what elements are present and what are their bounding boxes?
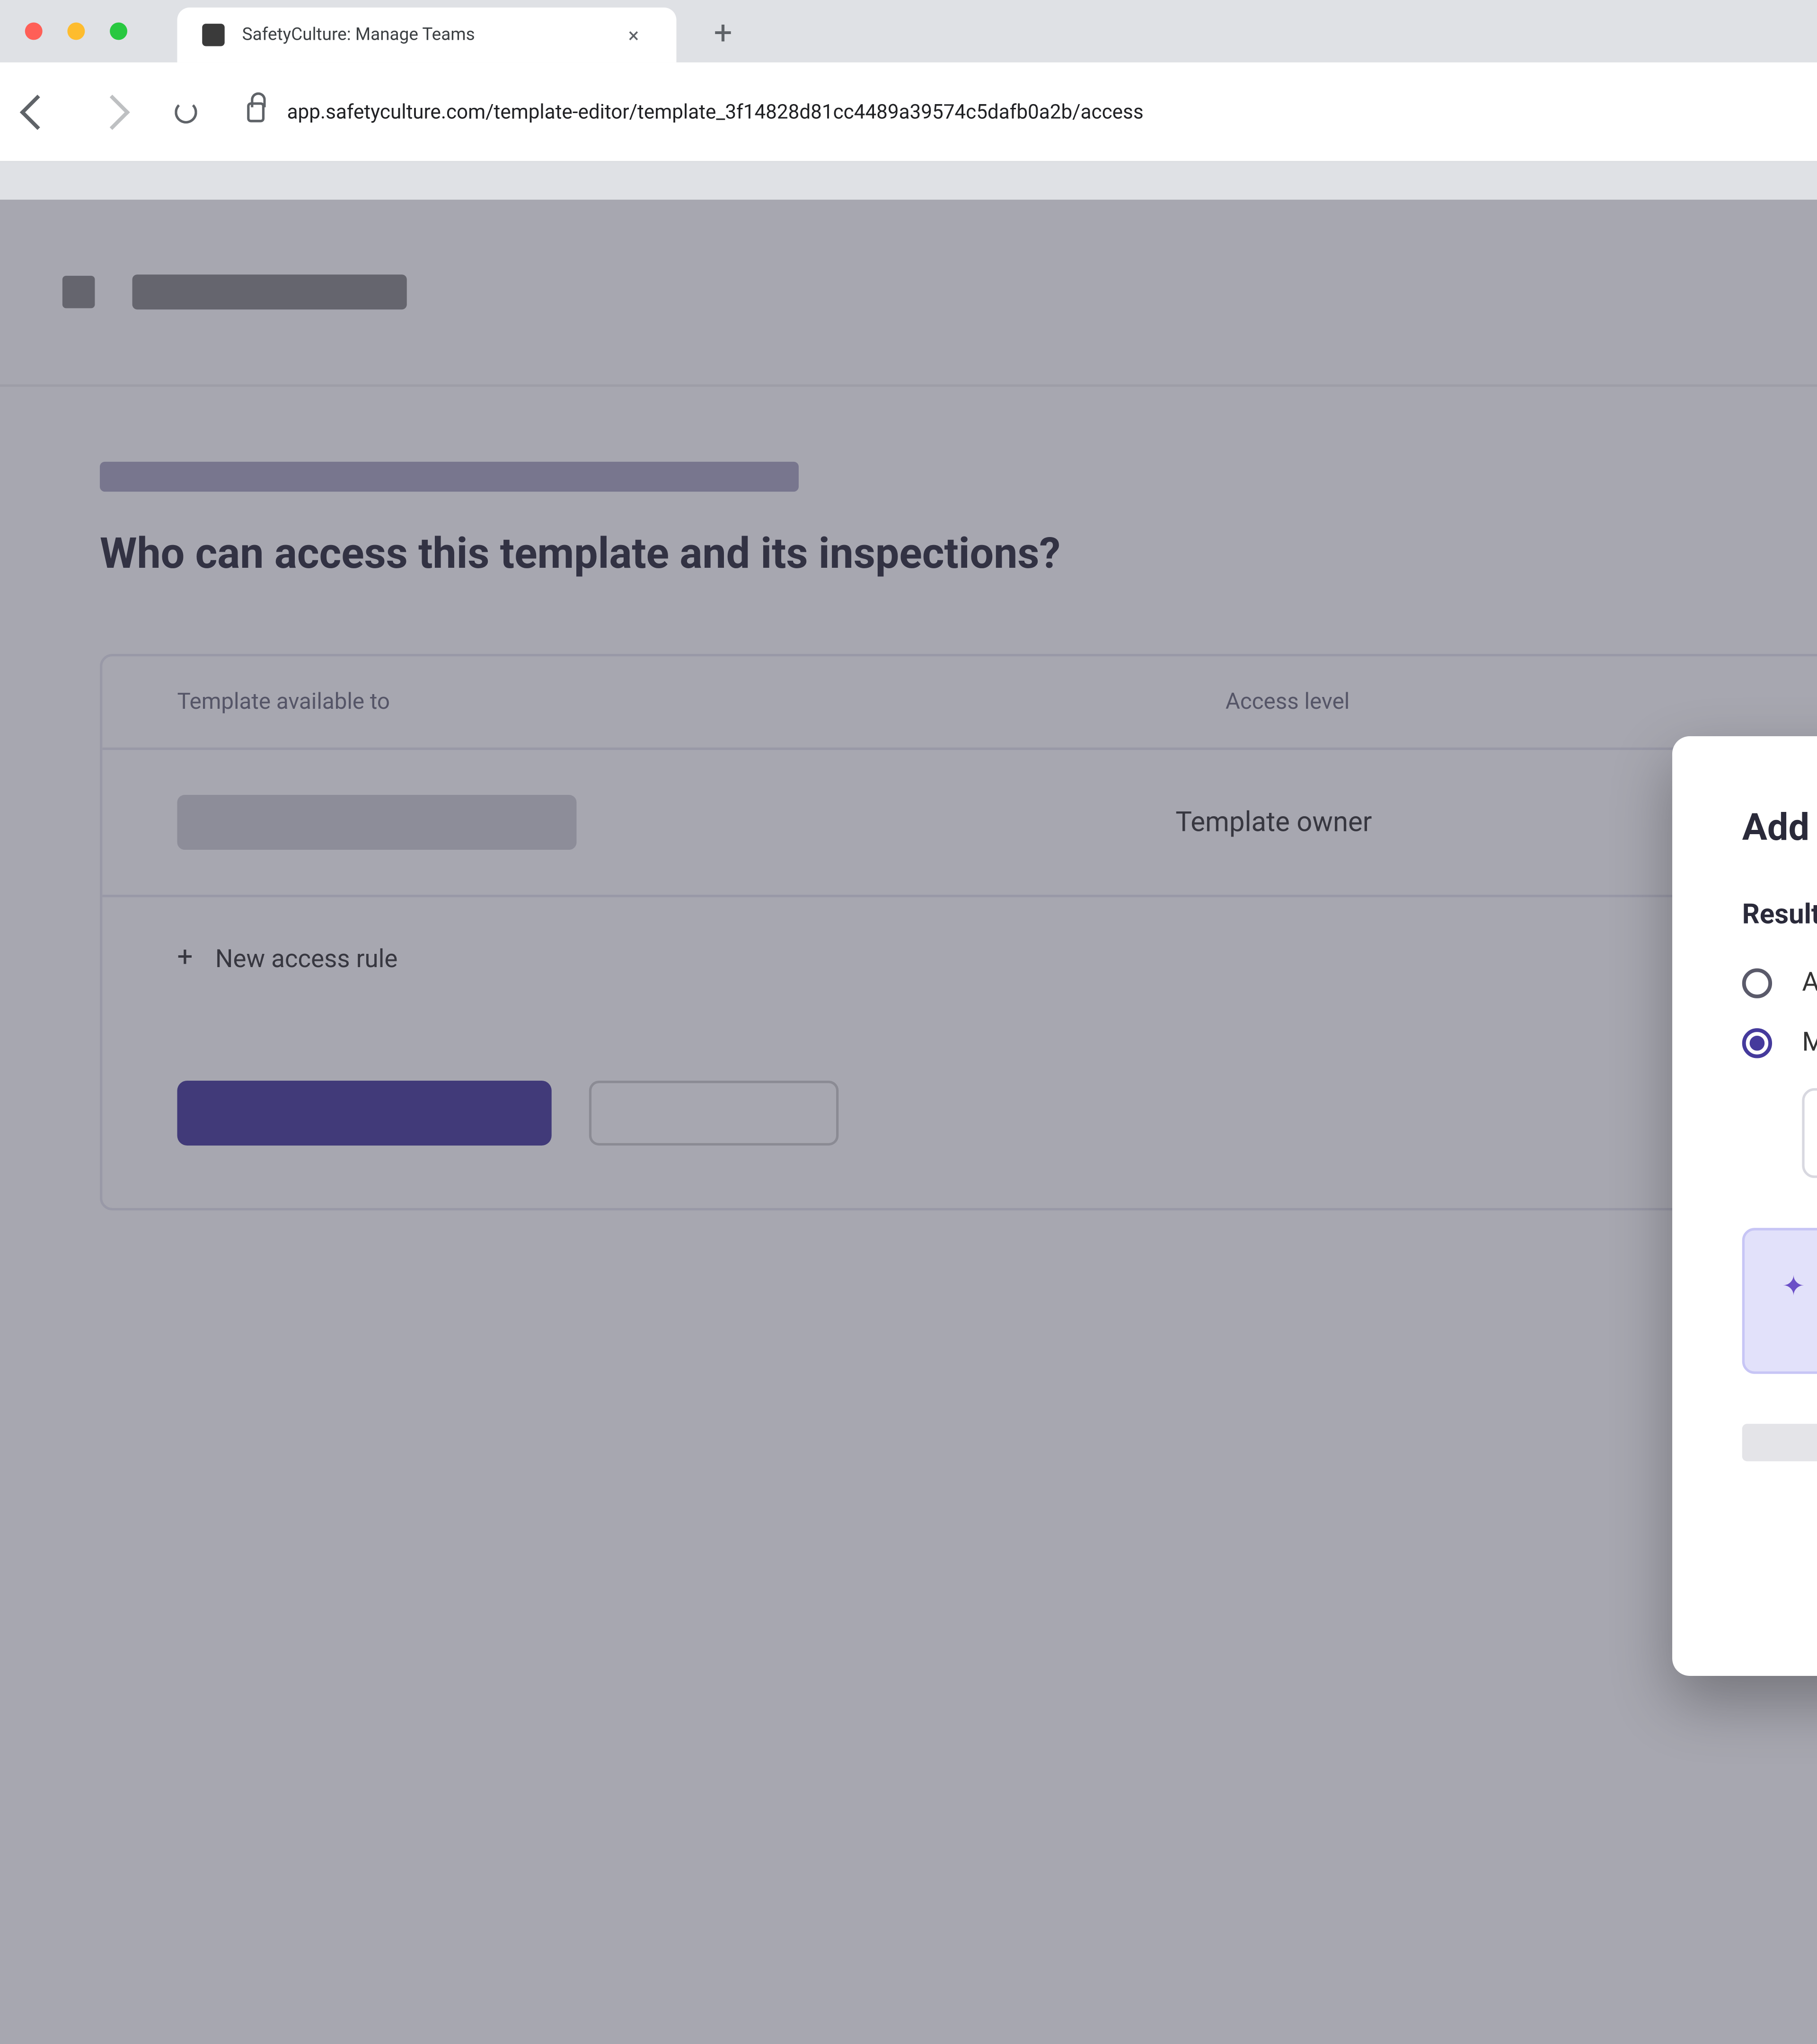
sparkle-icon: ✦	[1782, 1265, 1805, 1339]
modal-subtitle: Results are available to	[1742, 900, 1817, 931]
window-controls[interactable]	[25, 22, 127, 40]
browser-chrome: SafetyCulture: Manage Teams × + app.safe…	[0, 0, 1817, 200]
access-table: Template available to Access level Templ…	[100, 654, 1817, 1210]
close-window-icon[interactable]	[25, 22, 43, 40]
minimize-window-icon[interactable]	[67, 22, 85, 40]
forward-button[interactable]	[95, 94, 130, 130]
user-chip	[177, 795, 577, 850]
add-site-based-access-rule-modal: Add site-based access rule Results are a…	[1672, 736, 1817, 1675]
tab-title: SafetyCulture: Manage Teams	[242, 25, 475, 45]
main-pane: 3. Access Who can access this template a…	[0, 200, 1817, 2044]
col-access-level: Access level	[1226, 689, 1350, 715]
address-bar[interactable]: app.safetyculture.com/template-editor/te…	[247, 100, 1817, 123]
secondary-action-button[interactable]	[589, 1081, 838, 1145]
radio-checked-icon	[1742, 1028, 1772, 1058]
favicon-icon	[202, 24, 224, 46]
app-viewport: 3. Access Who can access this template a…	[0, 200, 1817, 2044]
table-row: Template owner	[102, 750, 1817, 897]
loading-placeholder	[1742, 1424, 1817, 1461]
info-box: ✦ How will this work? Inspections conduc…	[1742, 1228, 1817, 1374]
select-groups-dropdown[interactable]: Select groups...	[1802, 1088, 1817, 1178]
radio-members-in-group[interactable]: Members of selected site who are also in…	[1742, 1028, 1817, 1058]
back-button[interactable]	[20, 94, 55, 130]
reload-button[interactable]	[175, 100, 197, 123]
close-tab-icon[interactable]: ×	[628, 23, 639, 47]
radio-all-members[interactable]: All members of selected site	[1742, 969, 1817, 998]
app-title	[132, 274, 407, 309]
new-rule-label: New access rule	[215, 943, 398, 973]
col-template-available: Template available to	[177, 689, 1226, 715]
new-tab-button[interactable]: +	[714, 15, 732, 53]
breadcrumb-placeholder	[100, 462, 799, 492]
url-text: app.safetyculture.com/template-editor/te…	[287, 100, 1144, 123]
page-heading: Who can access this template and its ins…	[100, 529, 1817, 579]
maximize-window-icon[interactable]	[110, 22, 127, 40]
radio-label: All members of selected site	[1802, 969, 1817, 998]
access-level-value: Template owner	[1175, 807, 1372, 838]
radio-label: Members of selected site who are also in…	[1802, 1028, 1817, 1058]
primary-action-button[interactable]	[177, 1081, 552, 1145]
browser-tab[interactable]: SafetyCulture: Manage Teams ×	[177, 8, 677, 62]
plus-icon: +	[177, 942, 193, 973]
new-access-rule-button[interactable]: + New access rule	[102, 897, 1817, 1018]
modal-title: Add site-based access rule	[1742, 806, 1817, 850]
lock-icon	[247, 102, 265, 122]
radio-icon	[1742, 969, 1772, 998]
app-topbar: 3. Access	[0, 200, 1817, 387]
menu-icon[interactable]	[62, 276, 95, 308]
